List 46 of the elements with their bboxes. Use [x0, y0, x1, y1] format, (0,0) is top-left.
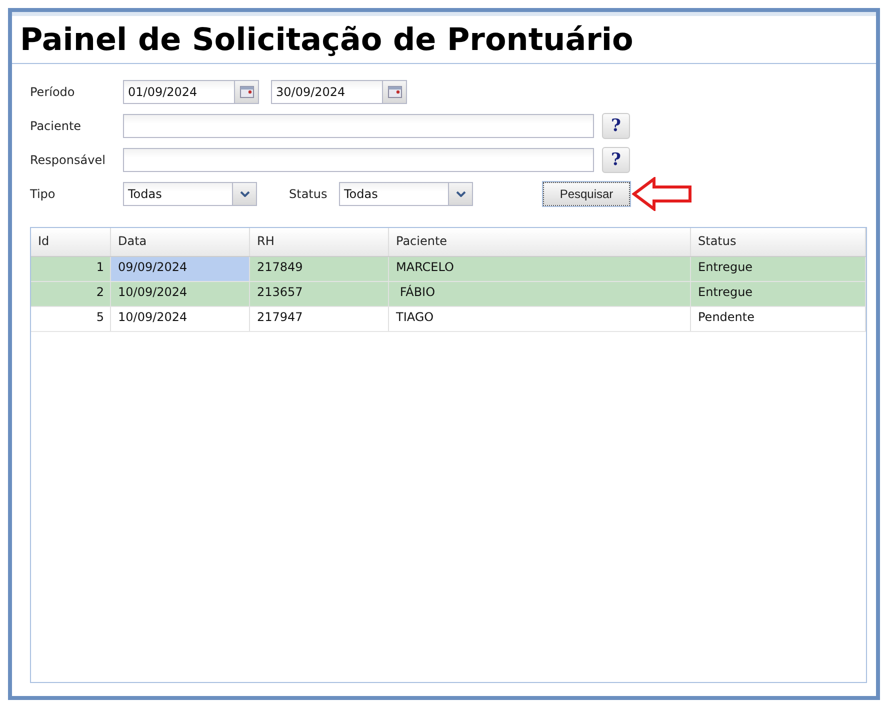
table-cell: TIAGO: [389, 307, 691, 331]
table-cell: Entregue: [691, 282, 866, 306]
table-cell: 10/09/2024: [111, 282, 250, 306]
table-cell: 5: [31, 307, 111, 331]
type-label: Tipo: [30, 187, 56, 201]
search-button[interactable]: Pesquisar: [543, 182, 630, 206]
column-header[interactable]: Status: [691, 228, 866, 256]
calendar-icon[interactable]: [240, 86, 254, 98]
dropdown-button[interactable]: [449, 182, 473, 206]
period-label: Período: [30, 85, 76, 99]
page-title: Painel de Solicitação de Prontuário: [20, 22, 634, 58]
table-cell: 217849: [250, 257, 389, 281]
table-cell: 213657: [250, 282, 389, 306]
help-button[interactable]: ?: [602, 147, 630, 173]
status-select[interactable]: Todas: [339, 182, 449, 206]
table-row[interactable]: 5 10/09/2024 217947 TIAGO Pendente: [31, 307, 866, 332]
table-row[interactable]: 2 10/09/2024 213657 FÁBIO Entregue: [31, 282, 866, 307]
date-from-field[interactable]: 01/09/2024: [123, 80, 235, 104]
column-header[interactable]: Id: [31, 228, 111, 256]
table-row[interactable]: 1 09/09/2024 217849 MARCELO Entregue: [31, 257, 866, 282]
arrow-icon: [632, 177, 692, 211]
table-cell: FÁBIO: [389, 282, 691, 306]
patient-label: Paciente: [30, 119, 82, 133]
caret-icon[interactable]: [240, 191, 250, 197]
responsible-label: Responsável: [30, 153, 106, 167]
help-button[interactable]: ?: [602, 113, 630, 139]
table-cell: Entregue: [691, 257, 866, 281]
type-select[interactable]: Todas: [123, 182, 233, 206]
dropdown-button[interactable]: [233, 182, 257, 206]
table-cell: 2: [31, 282, 111, 306]
table-cell: MARCELO: [389, 257, 691, 281]
table-cell: 09/09/2024: [111, 257, 250, 281]
calendar-icon[interactable]: [388, 86, 402, 98]
table-cell: 217947: [250, 307, 389, 331]
table-cell: Pendente: [691, 307, 866, 331]
column-header[interactable]: Paciente: [389, 228, 691, 256]
caret-icon[interactable]: [456, 191, 466, 197]
column-header[interactable]: Data: [111, 228, 250, 256]
status-label: Status: [289, 187, 328, 201]
patient-field[interactable]: [123, 114, 594, 138]
calendar-button[interactable]: [383, 80, 407, 104]
table-cell: 10/09/2024: [111, 307, 250, 331]
date-to-field[interactable]: 30/09/2024: [271, 80, 383, 104]
responsible-field[interactable]: [123, 148, 594, 172]
column-header[interactable]: RH: [250, 228, 389, 256]
calendar-button[interactable]: [235, 80, 259, 104]
